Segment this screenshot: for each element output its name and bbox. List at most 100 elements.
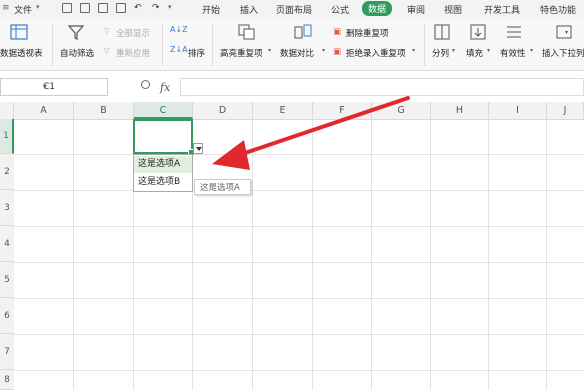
grid-line — [371, 119, 372, 390]
sort-button[interactable]: 排序 — [188, 47, 205, 59]
export-pdf-icon[interactable] — [80, 3, 90, 13]
quick-access-dropdown-icon[interactable]: ▾ — [168, 3, 172, 11]
insert-dropdown-list-icon — [556, 25, 572, 39]
autofilter-button[interactable]: 自动筛选 — [60, 47, 94, 59]
tab-formulas[interactable]: 公式 — [331, 3, 349, 16]
spreadsheet-grid[interactable] — [14, 119, 584, 390]
reject-duplicates-button[interactable]: 拒绝录入重复项 — [346, 47, 406, 59]
redo-icon[interactable]: ↷ — [152, 3, 160, 13]
grid-line — [14, 154, 584, 155]
tab-view[interactable]: 视图 — [444, 3, 462, 16]
pivot-table-icon — [10, 24, 28, 40]
validity-button[interactable]: 有效性 — [500, 47, 526, 59]
row-header-3[interactable]: 3 — [0, 190, 14, 226]
tab-special-features[interactable]: 特色功能 — [540, 3, 576, 16]
validity-icon — [507, 26, 521, 38]
print-preview-icon[interactable] — [116, 3, 126, 13]
file-menu[interactable]: 文件 — [14, 3, 32, 16]
dropdown-option-b[interactable]: 这是选项B — [134, 174, 192, 191]
grid-line — [252, 119, 253, 390]
cell-dropdown-button[interactable] — [193, 143, 203, 154]
undo-icon[interactable]: ↶ — [134, 3, 142, 13]
delete-duplicates-button[interactable]: 删除重复项 — [346, 27, 389, 39]
grid-line — [312, 119, 313, 390]
grid-line — [73, 119, 74, 390]
pivot-table-button[interactable]: 数据透视表 — [0, 47, 43, 59]
sort-ascending-icon[interactable]: A↓Z — [170, 25, 188, 34]
column-header-g[interactable]: G — [372, 102, 431, 119]
reject-duplicates-icon: ▣ — [333, 47, 342, 57]
dropdown-option-a[interactable]: 这是选项A — [134, 156, 192, 173]
row-header-7[interactable]: 7 — [0, 334, 14, 370]
formula-input[interactable] — [180, 78, 584, 96]
column-header-d[interactable]: D — [193, 102, 253, 119]
compare-data-button[interactable]: 数据对比 — [280, 47, 314, 59]
tab-developer[interactable]: 开发工具 — [484, 3, 520, 16]
tab-home[interactable]: 开始 — [202, 3, 220, 16]
tab-page-layout[interactable]: 页面布局 — [276, 3, 312, 16]
column-header-b[interactable]: B — [74, 102, 134, 119]
grid-line — [14, 262, 584, 263]
grid-line — [14, 190, 584, 191]
column-header-c[interactable]: C — [134, 102, 193, 119]
save-icon[interactable] — [62, 3, 72, 13]
tab-review[interactable]: 审阅 — [407, 3, 425, 16]
grid-line — [488, 119, 489, 390]
highlight-duplicates-button[interactable]: 高亮重复项 — [220, 47, 263, 59]
select-all-corner[interactable] — [0, 102, 14, 119]
row-header-5[interactable]: 5 — [0, 262, 14, 298]
grid-line — [430, 119, 431, 390]
name-box-dropdown-icon[interactable]: ▾ — [43, 82, 104, 91]
menu-icon[interactable]: ≡ — [2, 3, 10, 13]
fill-button[interactable]: 填充 — [466, 47, 483, 59]
tab-insert[interactable]: 插入 — [240, 3, 258, 16]
column-header-i[interactable]: I — [489, 102, 547, 119]
validity-dropdown-icon[interactable]: ▾ — [530, 47, 533, 54]
print-icon[interactable] — [98, 3, 108, 13]
sort-descending-icon[interactable]: Z↓A — [170, 45, 188, 54]
column-header-h[interactable]: H — [431, 102, 489, 119]
split-column-dropdown-icon[interactable]: ▾ — [452, 47, 455, 54]
row-header-1[interactable]: 1 — [0, 119, 14, 154]
reject-duplicates-dropdown-icon[interactable]: ▾ — [412, 47, 415, 54]
column-header-j[interactable]: J — [547, 102, 584, 119]
column-header-a[interactable]: A — [14, 102, 74, 119]
fill-dropdown-icon[interactable]: ▾ — [487, 47, 490, 54]
insert-dropdown-list-button[interactable]: 插入下拉列 — [542, 47, 584, 59]
row-header-6[interactable]: 6 — [0, 298, 14, 334]
highlight-duplicates-dropdown-icon[interactable]: ▾ — [268, 47, 271, 54]
fill-icon — [470, 24, 486, 40]
row-header-4[interactable]: 4 — [0, 226, 14, 262]
show-all-icon: ▽ — [104, 27, 110, 35]
grid-line — [546, 119, 547, 390]
split-column-button[interactable]: 分列 — [432, 47, 449, 59]
selected-cell-c1[interactable] — [133, 119, 195, 156]
formula-bar: C1 ▾ fx — [0, 76, 584, 98]
tab-data[interactable]: 数据 — [362, 1, 393, 16]
show-all-button[interactable]: 全部显示 — [116, 27, 150, 39]
split-column-icon — [434, 24, 450, 40]
column-header-e[interactable]: E — [253, 102, 313, 119]
column-header-f[interactable]: F — [313, 102, 372, 119]
delete-duplicates-icon: ▣ — [333, 27, 342, 37]
grid-line — [14, 370, 584, 371]
column-headers: A B C D E F G H I J — [0, 102, 584, 120]
reapply-button[interactable]: 重新应用 — [116, 47, 150, 59]
ribbon-divider — [212, 24, 213, 66]
highlight-duplicates-icon — [238, 24, 255, 40]
zoom-icon[interactable] — [141, 80, 150, 89]
filter-icon — [68, 25, 84, 40]
grid-line — [14, 334, 584, 335]
row-header-2[interactable]: 2 — [0, 154, 14, 190]
ribbon-divider — [424, 24, 425, 66]
grid-line — [14, 226, 584, 227]
row-header-8[interactable]: 8 — [0, 370, 14, 390]
name-box[interactable]: C1 ▾ — [0, 78, 108, 96]
reapply-icon: ▽ — [104, 47, 110, 55]
compare-data-icon — [294, 24, 312, 39]
compare-data-dropdown-icon[interactable]: ▾ — [322, 47, 325, 54]
file-dropdown-icon[interactable]: ▾ — [36, 3, 40, 11]
ribbon-divider — [162, 24, 163, 66]
ribbon-toolbar: 数据透视表 自动筛选 ▽ 全部显示 ▽ 重新应用 A↓Z Z↓A 排序 高亮重复… — [0, 18, 584, 71]
fx-icon[interactable]: fx — [160, 81, 170, 94]
